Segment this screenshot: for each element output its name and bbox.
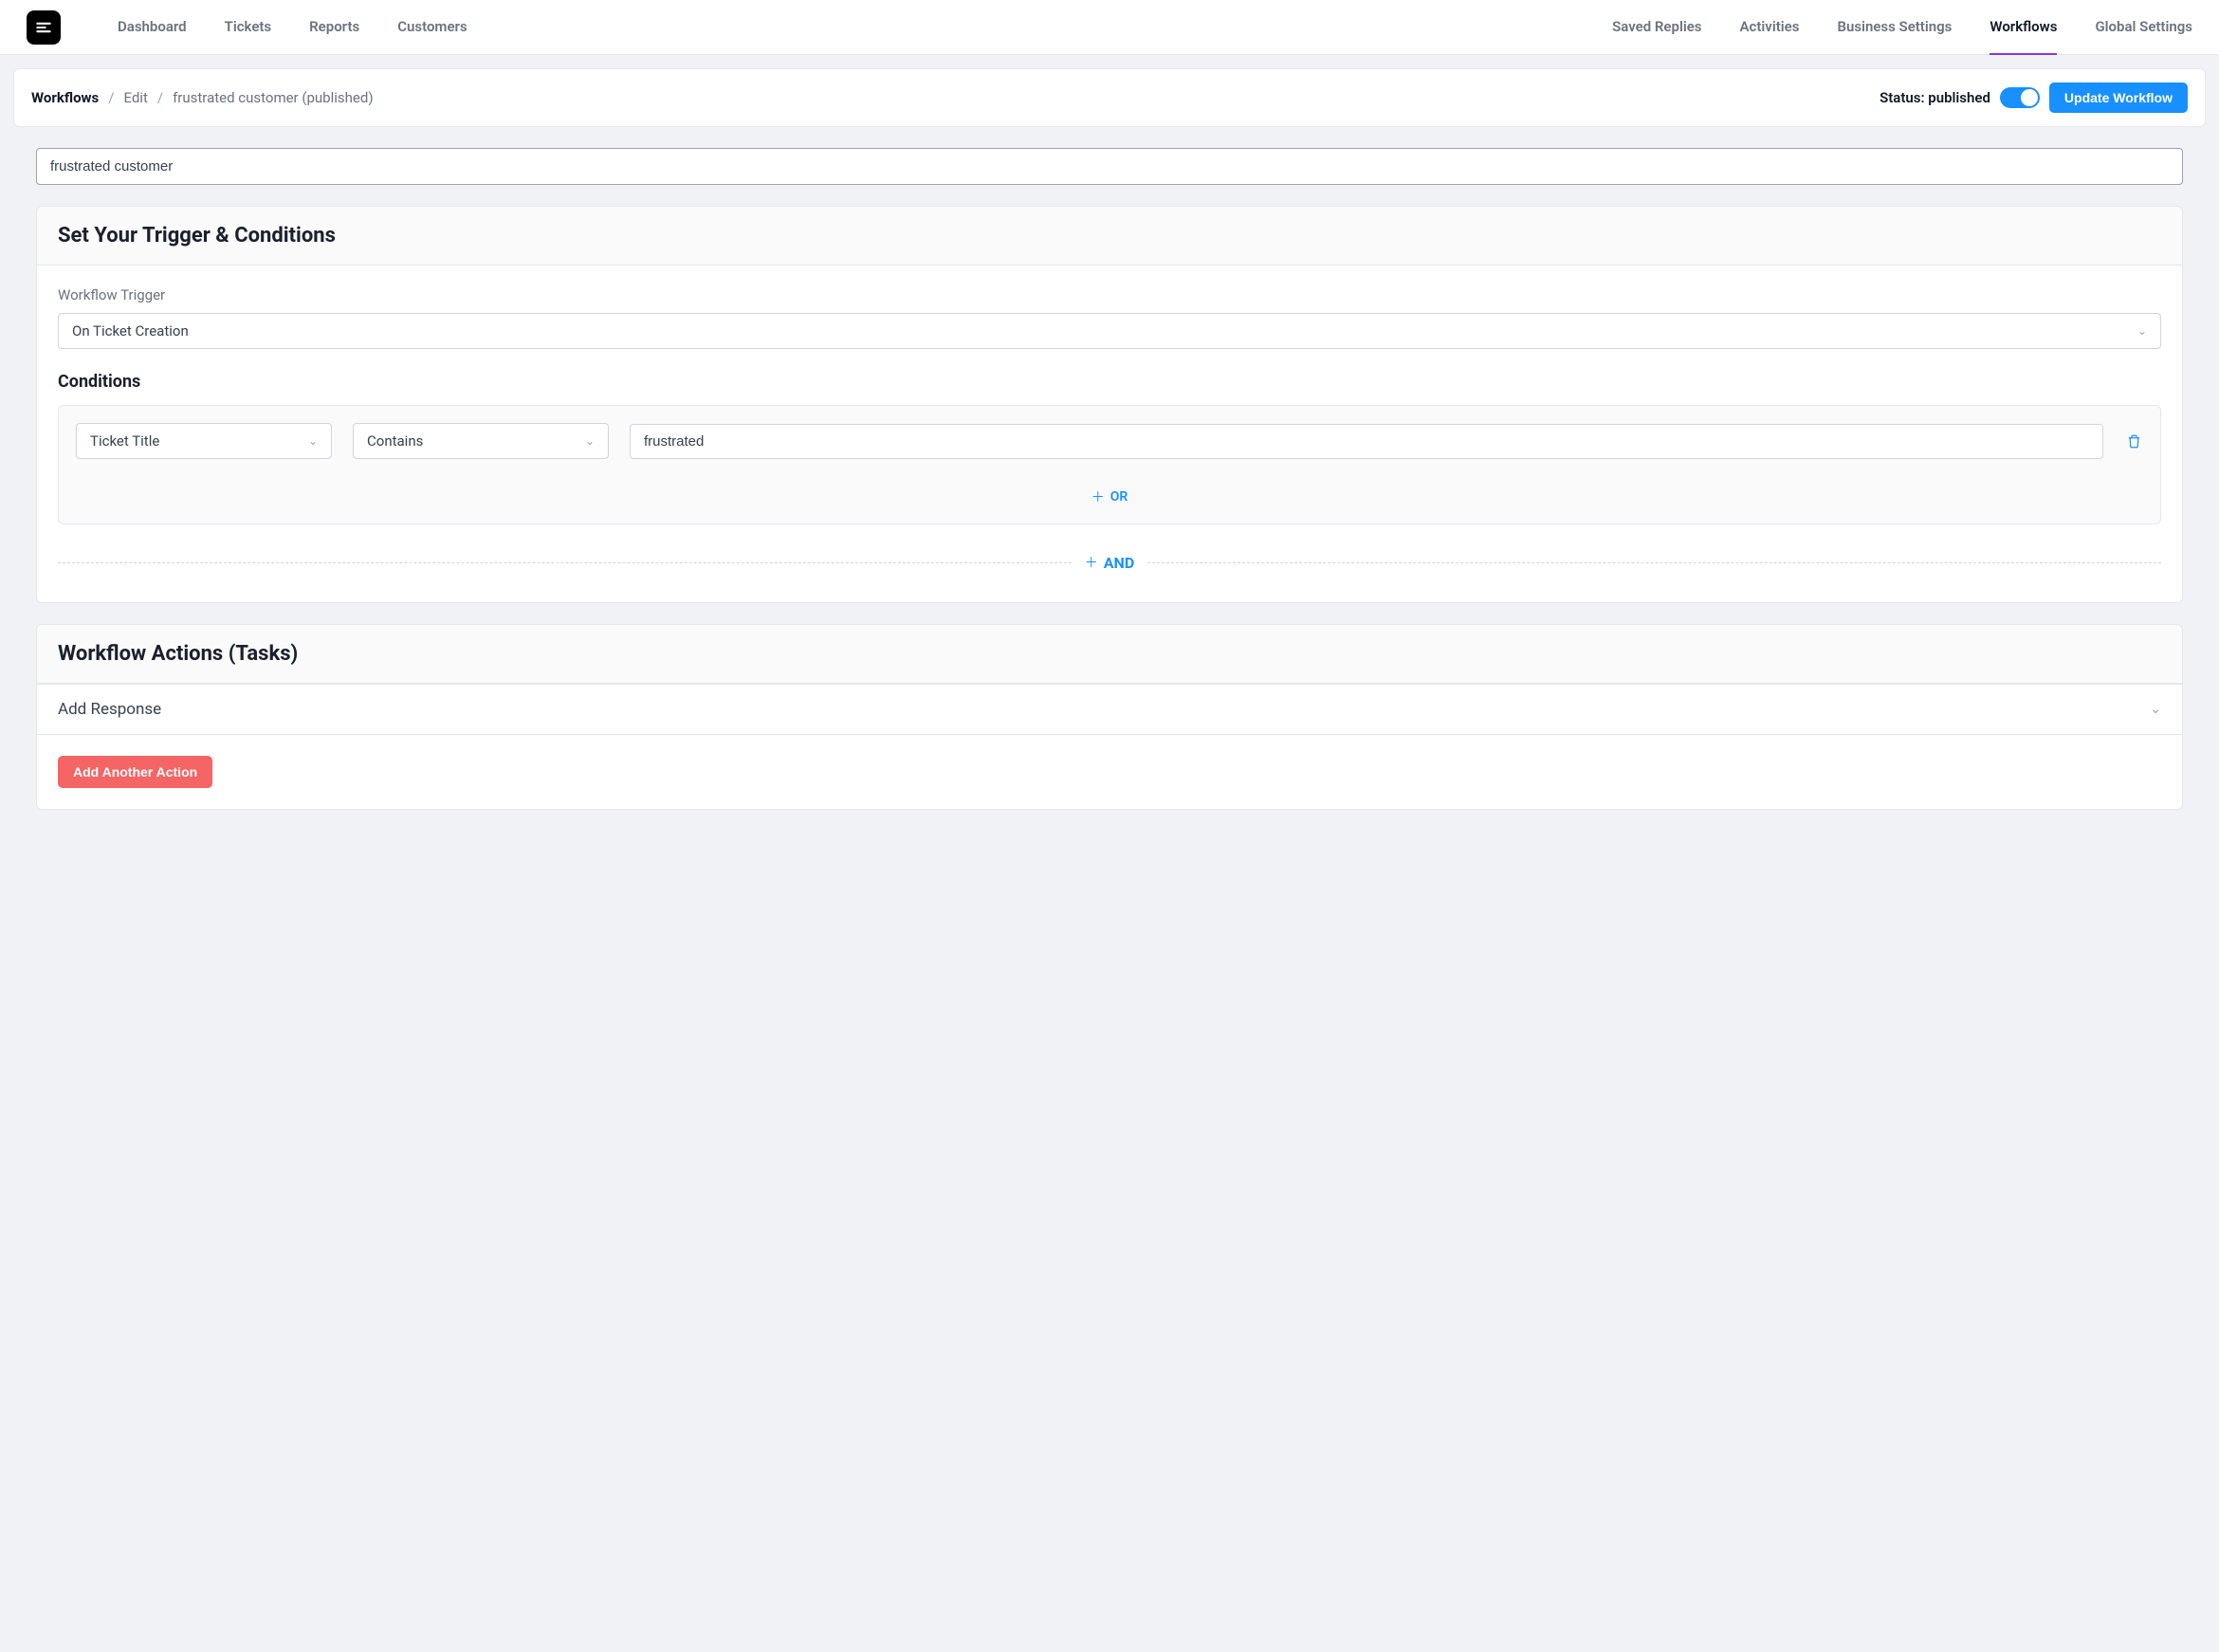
nav-activities[interactable]: Activities [1740,0,1800,55]
condition-group: Ticket Title ⌄ Contains ⌄ ＋ [58,405,2161,524]
breadcrumb-edit[interactable]: Edit [123,89,147,106]
actions-heading: Workflow Actions (Tasks) [58,642,2161,666]
nav-global-settings[interactable]: Global Settings [2095,0,2192,55]
triggers-heading: Set Your Trigger & Conditions [58,224,2161,248]
triggers-card: Set Your Trigger & Conditions Workflow T… [36,206,2183,603]
chevron-down-icon: ⌄ [2137,324,2147,338]
nav-business-settings[interactable]: Business Settings [1837,0,1952,55]
condition-field-select[interactable]: Ticket Title ⌄ [76,423,332,459]
condition-field-value: Ticket Title [90,432,159,450]
breadcrumb-sep: / [108,89,114,106]
chevron-down-icon: ⌄ [2150,702,2161,717]
breadcrumb-bar: Workflows / Edit / frustrated customer (… [13,68,2206,127]
workflow-name-input[interactable] [36,148,2183,185]
trigger-select[interactable]: On Ticket Creation ⌄ [58,313,2161,349]
trigger-label: Workflow Trigger [58,286,2161,303]
add-and-condition[interactable]: ＋ AND [58,553,2161,572]
plus-icon: ＋ [1091,487,1105,506]
breadcrumb: Workflows / Edit / frustrated customer (… [31,89,374,106]
chevron-down-icon: ⌄ [308,434,318,448]
nav-dashboard[interactable]: Dashboard [118,0,187,55]
top-navbar: Dashboard Tickets Reports Customers Saved R… [0,0,2219,55]
action-item[interactable]: Add Response ⌄ [37,684,2182,734]
condition-operator-select[interactable]: Contains ⌄ [353,423,609,459]
add-or-condition[interactable]: ＋ OR [76,487,2143,506]
status-area: Status: published Update Workflow [1880,83,2188,113]
breadcrumb-sep: / [157,89,163,106]
update-workflow-button[interactable]: Update Workflow [2049,83,2188,113]
delete-condition-button[interactable] [2124,434,2143,449]
nav-reports[interactable]: Reports [309,0,359,55]
plus-icon: ＋ [1085,553,1098,572]
status-toggle[interactable] [2000,87,2040,108]
app-logo[interactable] [27,10,61,45]
condition-value-input[interactable] [630,424,2103,459]
status-label: Status: published [1880,89,1990,106]
nav-customers[interactable]: Customers [397,0,467,55]
and-label: AND [1104,554,1134,572]
nav-saved-replies[interactable]: Saved Replies [1612,0,1701,55]
chevron-down-icon: ⌄ [585,434,595,448]
nav-tickets[interactable]: Tickets [225,0,272,55]
add-action-button[interactable]: Add Another Action [58,756,212,788]
breadcrumb-current: frustrated customer (published) [173,89,373,106]
condition-operator-value: Contains [367,432,423,450]
nav-workflows[interactable]: Workflows [1990,0,2057,55]
actions-card: Workflow Actions (Tasks) Add Response ⌄ … [36,624,2183,810]
conditions-heading: Conditions [58,372,2161,392]
main-nav: Dashboard Tickets Reports Customers Saved R… [118,0,2192,54]
condition-row: Ticket Title ⌄ Contains ⌄ [76,423,2143,459]
action-item-label: Add Response [58,700,161,719]
breadcrumb-root[interactable]: Workflows [31,89,99,106]
trigger-value: On Ticket Creation [72,322,189,340]
or-label: OR [1110,489,1128,505]
